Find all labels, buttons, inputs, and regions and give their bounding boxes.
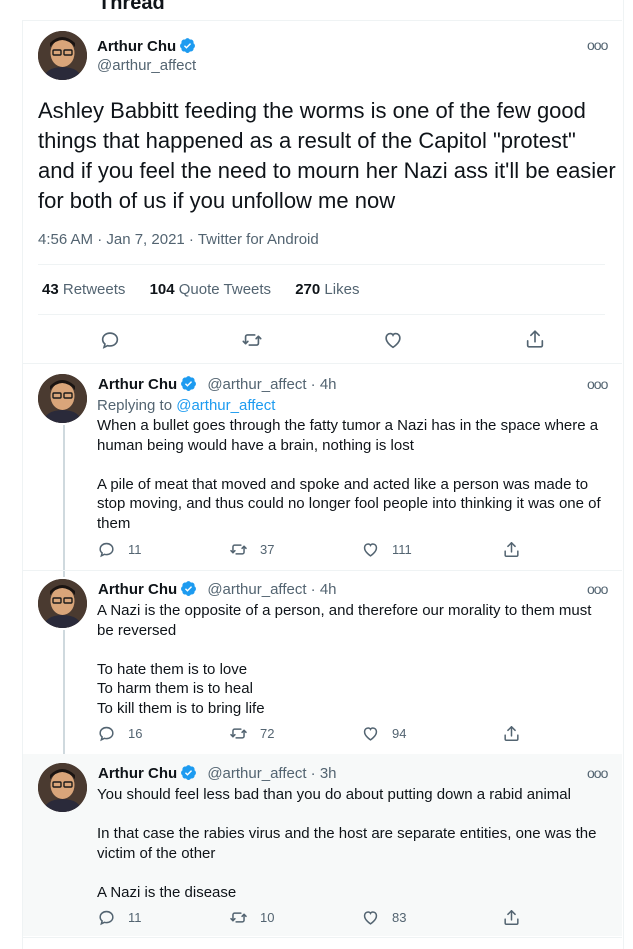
- more-options-icon[interactable]: ooo: [587, 765, 608, 781]
- author-name[interactable]: Arthur Chu: [98, 376, 177, 393]
- author-handle[interactable]: @arthur_affect: [207, 376, 306, 393]
- verified-badge-icon: [180, 580, 197, 601]
- avatar[interactable]: [38, 31, 87, 80]
- thread-connector: [63, 630, 65, 755]
- reply-author-line: Arthur Chu @arthur_affect · 4h: [98, 375, 337, 396]
- share-icon: [504, 910, 519, 925]
- like-icon: [363, 727, 378, 741]
- tweet-text: Ashley Babbitt feeding the worms is one …: [38, 98, 616, 213]
- tweet-text: You should feel less bad than you do abo…: [97, 786, 597, 901]
- reply-button[interactable]: 11: [97, 908, 142, 927]
- reply-icon: [99, 910, 114, 926]
- share-button[interactable]: [502, 540, 521, 559]
- page-title: Thread: [98, 0, 165, 14]
- retweet-icon: [230, 728, 247, 739]
- reply-icon: [99, 726, 114, 742]
- retweet-icon: [230, 544, 247, 555]
- retweet-icon[interactable]: [241, 329, 263, 356]
- tweet-meta[interactable]: 4:56 AM · Jan 7, 2021 · Twitter for Andr…: [38, 231, 319, 248]
- author-name[interactable]: Arthur Chu: [97, 38, 176, 55]
- share-icon: [504, 726, 519, 741]
- author-handle[interactable]: @arthur_affect: [97, 57, 196, 74]
- retweets-stat[interactable]: 43 Retweets: [42, 281, 125, 298]
- share-icon: [504, 542, 519, 557]
- reply-icon: [99, 542, 114, 558]
- tweet-stats: 43 Retweets 104 Quote Tweets 270 Likes: [42, 281, 379, 298]
- like-button[interactable]: 94: [361, 724, 406, 743]
- author-handle[interactable]: @arthur_affect: [207, 581, 306, 598]
- thread-header: Thread: [22, 0, 622, 21]
- more-options-icon[interactable]: ooo: [587, 581, 608, 597]
- divider: [22, 570, 622, 571]
- more-options-icon[interactable]: ooo: [587, 376, 608, 392]
- reply-button[interactable]: 16: [97, 724, 142, 743]
- share-icon[interactable]: [524, 328, 546, 355]
- thread-connector: [63, 425, 65, 577]
- like-icon: [363, 911, 378, 925]
- timestamp[interactable]: 4h: [320, 376, 337, 393]
- replying-to: Replying to @arthur_affect: [97, 397, 276, 414]
- tweet-text: When a bullet goes through the fatty tum…: [97, 417, 601, 532]
- avatar[interactable]: [38, 763, 87, 812]
- replying-to-link[interactable]: @arthur_affect: [176, 397, 275, 414]
- retweet-button[interactable]: 72: [229, 724, 274, 743]
- reply-author-line: Arthur Chu @arthur_affect · 4h: [98, 580, 337, 601]
- author-name[interactable]: Arthur Chu: [98, 765, 177, 782]
- divider: [22, 363, 622, 364]
- verified-badge-icon: [179, 37, 196, 59]
- timestamp[interactable]: 3h: [320, 765, 337, 782]
- reply-icon[interactable]: [99, 329, 121, 356]
- avatar[interactable]: [38, 579, 87, 628]
- like-icon[interactable]: [382, 329, 404, 356]
- share-button[interactable]: [502, 908, 521, 927]
- author-line: Arthur Chu: [97, 37, 196, 59]
- retweet-button[interactable]: 37: [229, 540, 274, 559]
- like-button[interactable]: 83: [361, 908, 406, 927]
- reply-author-line: Arthur Chu @arthur_affect · 3h: [98, 764, 337, 785]
- retweet-button[interactable]: 10: [229, 908, 274, 927]
- divider: [38, 314, 605, 315]
- author-handle[interactable]: @arthur_affect: [207, 765, 306, 782]
- reply-button[interactable]: 11: [97, 540, 142, 559]
- timestamp[interactable]: 4h: [320, 581, 337, 598]
- share-button[interactable]: [502, 724, 521, 743]
- retweet-icon: [230, 912, 247, 923]
- like-button[interactable]: 111: [361, 540, 412, 559]
- more-options-icon[interactable]: ooo: [587, 37, 608, 53]
- author-name[interactable]: Arthur Chu: [98, 581, 177, 598]
- quote-tweets-stat[interactable]: 104 Quote Tweets: [150, 281, 271, 298]
- divider: [38, 264, 605, 265]
- avatar[interactable]: [38, 374, 87, 423]
- divider: [22, 937, 622, 938]
- tweet-text: A Nazi is the opposite of a person, and …: [97, 602, 592, 717]
- like-icon: [363, 543, 378, 557]
- verified-badge-icon: [180, 375, 197, 396]
- verified-badge-icon: [180, 764, 197, 785]
- likes-stat[interactable]: 270 Likes: [295, 281, 359, 298]
